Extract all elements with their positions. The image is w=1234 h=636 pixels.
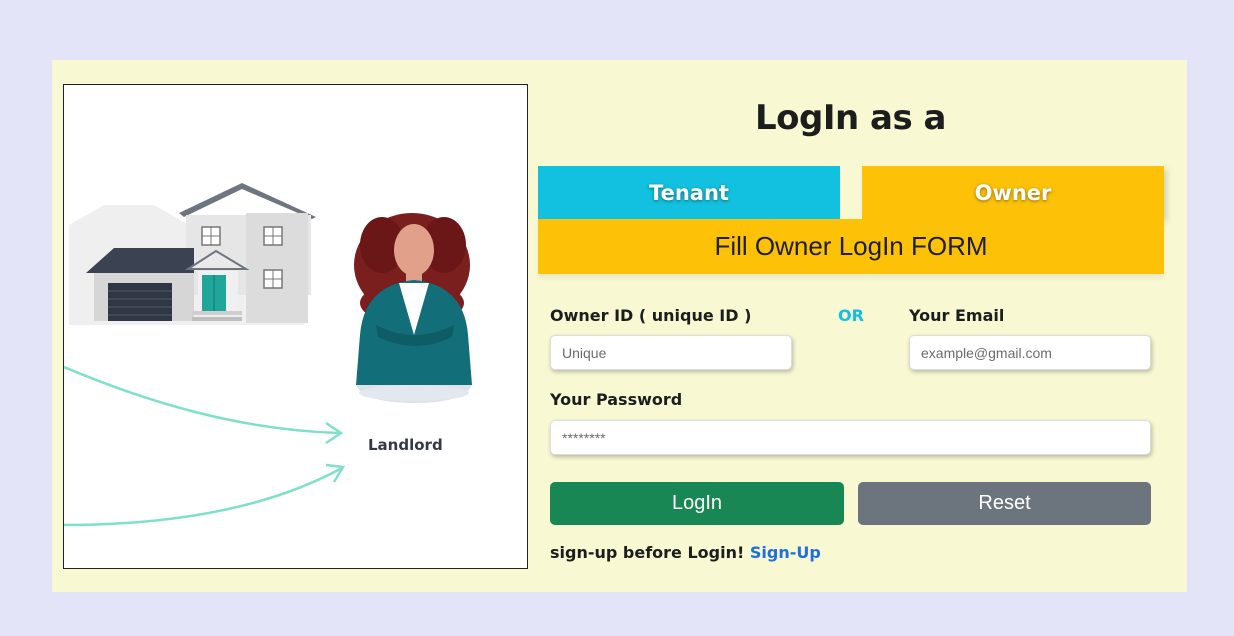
page-title: LogIn as a [754,98,947,138]
email-label: Your Email [909,306,1005,325]
landlord-figure [354,213,472,403]
login-card: Landlord LogIn as a Tenant Owner Fill Ow… [52,60,1187,592]
connector-arrows [64,365,346,527]
signup-prompt: sign-up before Login! Sign-Up [550,543,821,562]
or-separator: OR [838,306,864,325]
signup-prompt-text: sign-up before Login! [550,543,745,562]
landlord-illustration: Landlord [63,84,528,569]
login-button[interactable]: LogIn [550,482,844,525]
email-input[interactable] [909,335,1151,370]
form-title: Fill Owner LogIn FORM [538,219,1164,274]
owner-id-input[interactable] [550,335,792,370]
tab-tenant[interactable]: Tenant [538,166,840,219]
tab-owner[interactable]: Owner [862,166,1164,219]
password-input[interactable] [550,420,1151,455]
house [86,183,316,323]
reset-button[interactable]: Reset [858,482,1151,525]
password-label: Your Password [550,390,683,409]
house-and-landlord-graphic [64,183,472,527]
owner-id-label: Owner ID ( unique ID ) [550,306,752,325]
role-label-landlord: Landlord [368,436,443,454]
signup-link[interactable]: Sign-Up [750,543,821,562]
